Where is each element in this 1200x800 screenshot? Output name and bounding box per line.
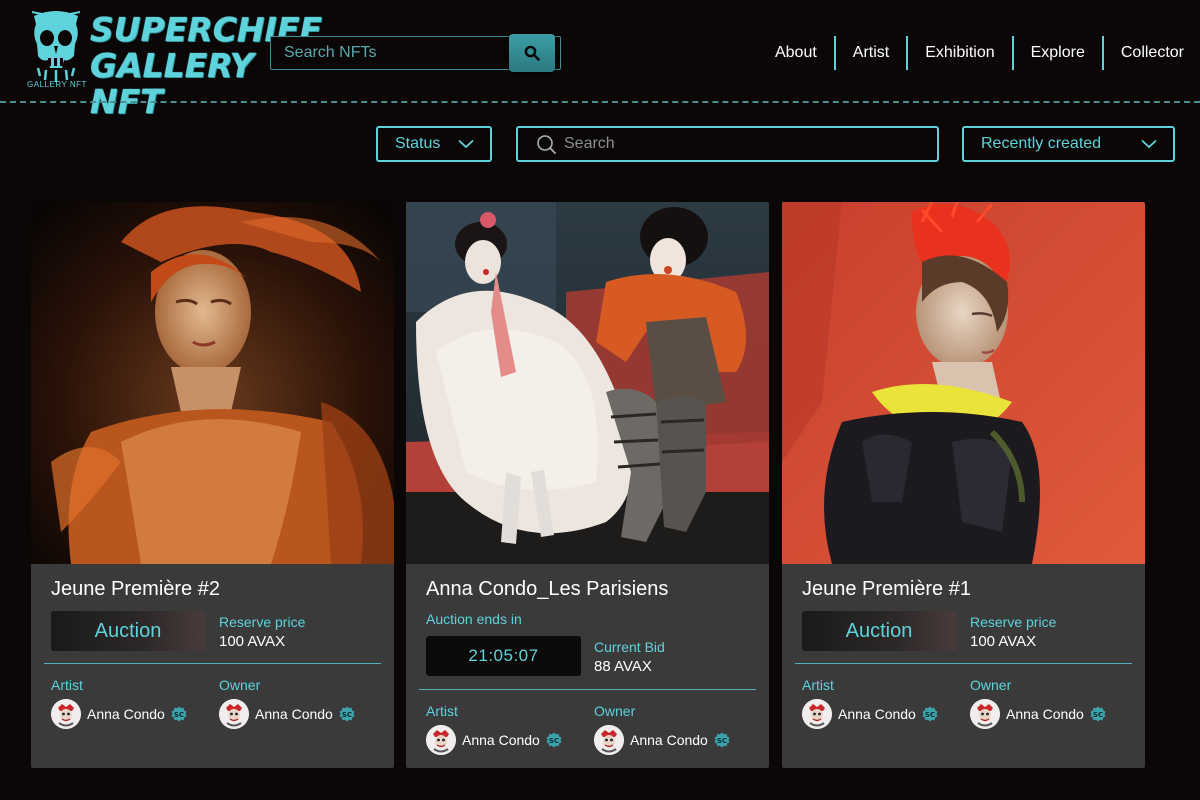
nft-search-bar [270, 34, 561, 72]
owner-name: Anna Condo [1006, 706, 1084, 722]
artist-label: Artist [51, 677, 83, 693]
nft-artwork-image[interactable] [31, 202, 394, 564]
auction-badge: Auction [51, 611, 205, 651]
avatar [802, 699, 832, 729]
sort-dropdown-label: Recently created [981, 135, 1102, 152]
artist-label: Artist [802, 677, 834, 693]
collection-search-bar [516, 126, 939, 162]
logo-wordmark[interactable]: SUPERCHIEF GALLERY NFT [90, 10, 322, 121]
verified-badge-icon [1090, 706, 1106, 722]
auction-countdown: 21:05:07 [426, 636, 581, 676]
artist-name: Anna Condo [838, 706, 916, 722]
divider [795, 663, 1132, 664]
sort-dropdown[interactable]: Recently created [962, 126, 1175, 162]
avatar [51, 699, 81, 729]
price-value: 100 AVAX [219, 633, 286, 650]
owner-user[interactable]: Anna Condo [219, 699, 355, 729]
artist-name: Anna Condo [462, 732, 540, 748]
owner-name: Anna Condo [630, 732, 708, 748]
auction-ends-label: Auction ends in [426, 611, 522, 627]
owner-name: Anna Condo [255, 706, 333, 722]
logo-line-1: SUPERCHIEF [90, 10, 322, 49]
verified-badge-icon [922, 706, 938, 722]
price-label: Reserve price [970, 614, 1057, 630]
owner-user[interactable]: Anna Condo [970, 699, 1106, 729]
price-value: 88 AVAX [594, 658, 652, 675]
chevron-down-icon [1141, 139, 1157, 149]
nav-collector[interactable]: Collector [1104, 36, 1184, 70]
nav-about[interactable]: About [758, 36, 836, 70]
auction-badge: Auction [802, 611, 956, 651]
search-icon [524, 45, 540, 61]
nft-card[interactable]: Jeune Première #2 Auction Reserve price … [31, 202, 394, 768]
nav-exhibition[interactable]: Exhibition [908, 36, 1014, 70]
nft-title[interactable]: Jeune Première #1 [802, 578, 971, 601]
verified-badge-icon [714, 732, 730, 748]
nft-card[interactable]: Jeune Première #1 Auction Reserve price … [782, 202, 1145, 768]
status-dropdown-label: Status [395, 135, 441, 152]
avatar [426, 725, 456, 755]
verified-badge-icon [339, 706, 355, 722]
search-icon [537, 135, 556, 154]
artist-user[interactable]: Anna Condo [802, 699, 938, 729]
nav-explore[interactable]: Explore [1014, 36, 1104, 70]
logo-subtitle: GALLERY NFT [27, 80, 87, 89]
avatar [219, 699, 249, 729]
header-divider [0, 101, 1200, 103]
avatar [970, 699, 1000, 729]
price-value: 100 AVAX [970, 633, 1037, 650]
nft-card[interactable]: Anna Condo_Les Parisiens Auction ends in… [406, 202, 769, 768]
artist-name: Anna Condo [87, 706, 165, 722]
nft-search-input[interactable] [271, 37, 509, 69]
owner-label: Owner [594, 703, 636, 719]
artist-label: Artist [426, 703, 458, 719]
price-label: Reserve price [219, 614, 306, 630]
nft-title[interactable]: Anna Condo_Les Parisiens [426, 578, 668, 601]
verified-badge-icon [546, 732, 562, 748]
nav-artist[interactable]: Artist [836, 36, 909, 70]
nft-artwork-image[interactable] [782, 202, 1145, 564]
price-label: Current Bid [594, 639, 665, 655]
divider [419, 689, 756, 690]
collection-search-input[interactable] [564, 135, 924, 153]
artist-user[interactable]: Anna Condo [426, 725, 562, 755]
owner-user[interactable]: Anna Condo [594, 725, 730, 755]
owner-label: Owner [219, 677, 261, 693]
nft-search-button[interactable] [509, 34, 555, 72]
divider [44, 663, 381, 664]
nft-artwork-image[interactable] [406, 202, 769, 564]
status-dropdown[interactable]: Status [376, 126, 492, 162]
header: GALLERY NFT SUPERCHIEF GALLERY NFT About… [0, 0, 1200, 120]
verified-badge-icon [171, 706, 187, 722]
artist-user[interactable]: Anna Condo [51, 699, 187, 729]
chevron-down-icon [458, 139, 474, 149]
nft-title[interactable]: Jeune Première #2 [51, 578, 220, 601]
avatar [594, 725, 624, 755]
main-nav: About Artist Exhibition Explore Collecto… [758, 36, 1184, 70]
owner-label: Owner [970, 677, 1012, 693]
logo-line-2: GALLERY NFT [90, 46, 254, 121]
